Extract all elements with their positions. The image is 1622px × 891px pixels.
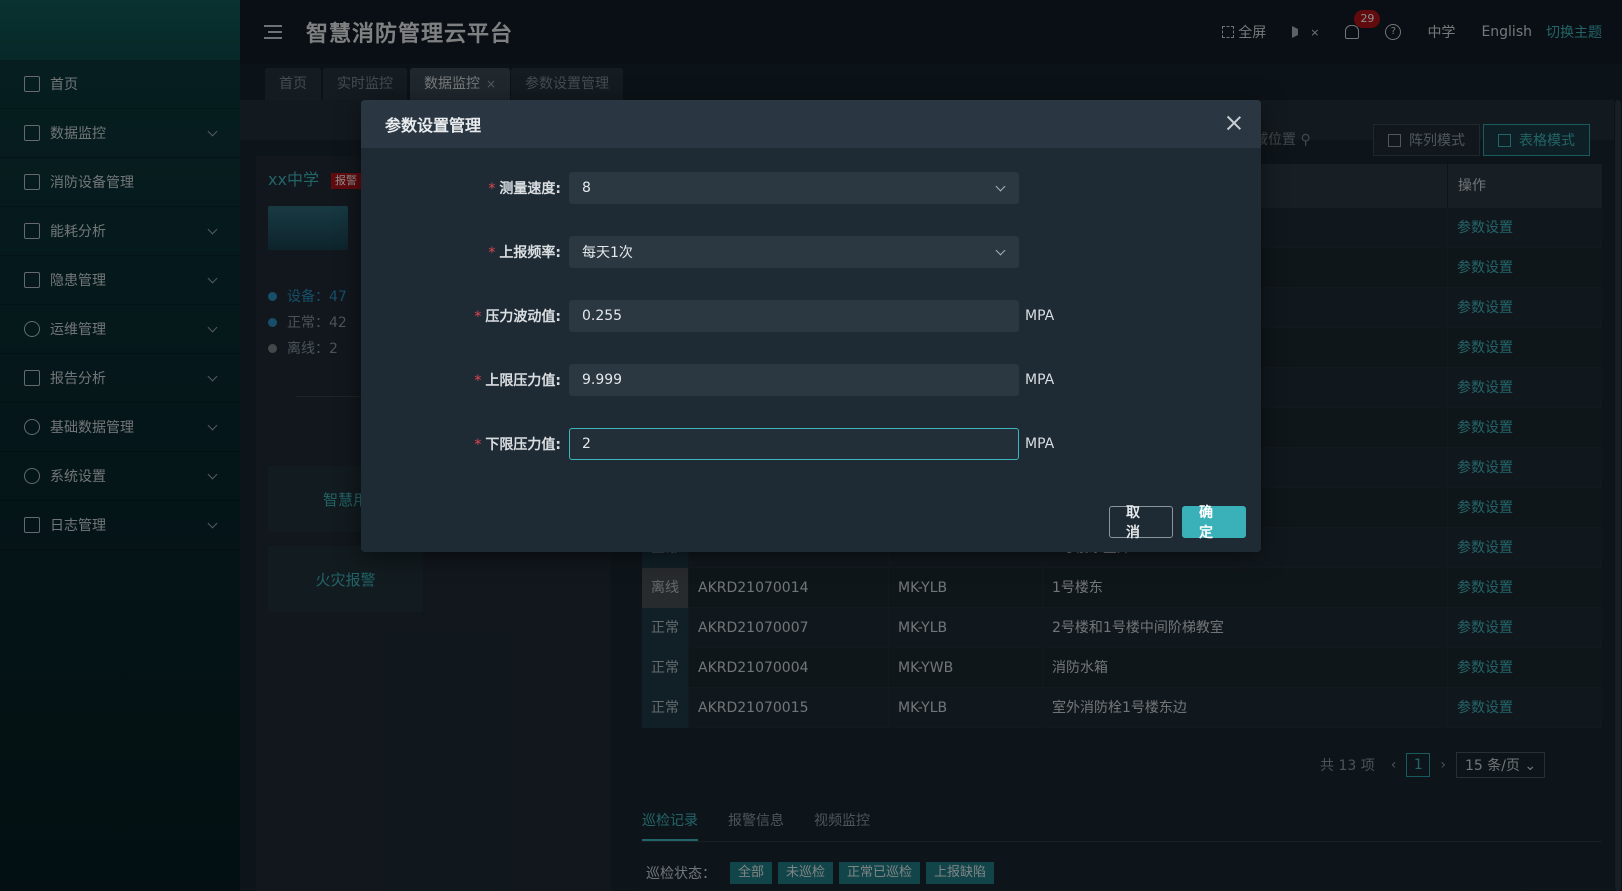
measure-speed-select[interactable]: 8 [569,172,1019,204]
speed-label: 测量速度: [499,181,561,197]
lower-pressure-input[interactable] [582,436,1002,452]
dialog-title: 参数设置管理 [385,116,482,135]
frequency-label: 上报频率: [499,245,561,261]
lower-limit-label: 下限压力值: [485,437,561,453]
upper-pressure-input[interactable] [582,372,1002,388]
cancel-button[interactable]: 取 消 [1109,505,1173,541]
chevron-down-icon [995,181,1006,192]
chevron-down-icon [995,245,1006,256]
confirm-button[interactable]: 确 定 [1182,505,1246,541]
unit-label: MPA [1025,308,1055,324]
unit-label: MPA [1025,436,1055,452]
form-row-frequency: * 上报频率: 每天1次 [361,236,1261,268]
close-icon[interactable] [1225,114,1243,132]
fluctuation-label: 压力波动值: [485,309,561,325]
form-row-upper: *上限压力值: MPA [361,364,1261,396]
form-row-speed: * 测量速度: 8 [361,172,1261,204]
form-row-fluctuation: *压力波动值: MPA [361,300,1261,332]
param-settings-dialog: 参数设置管理 *测量速度: 8 *上报频率: 每天1次 *压力波动值: MPA … [361,100,1261,552]
upper-limit-label: 上限压力值: [485,373,561,389]
form-row-lower: *下限压力值: MPA [361,428,1261,460]
report-frequency-select[interactable]: 每天1次 [569,236,1019,268]
dialog-header: 参数设置管理 [361,100,1261,148]
pressure-fluctuation-input[interactable] [582,308,1002,324]
unit-label: MPA [1025,372,1055,388]
